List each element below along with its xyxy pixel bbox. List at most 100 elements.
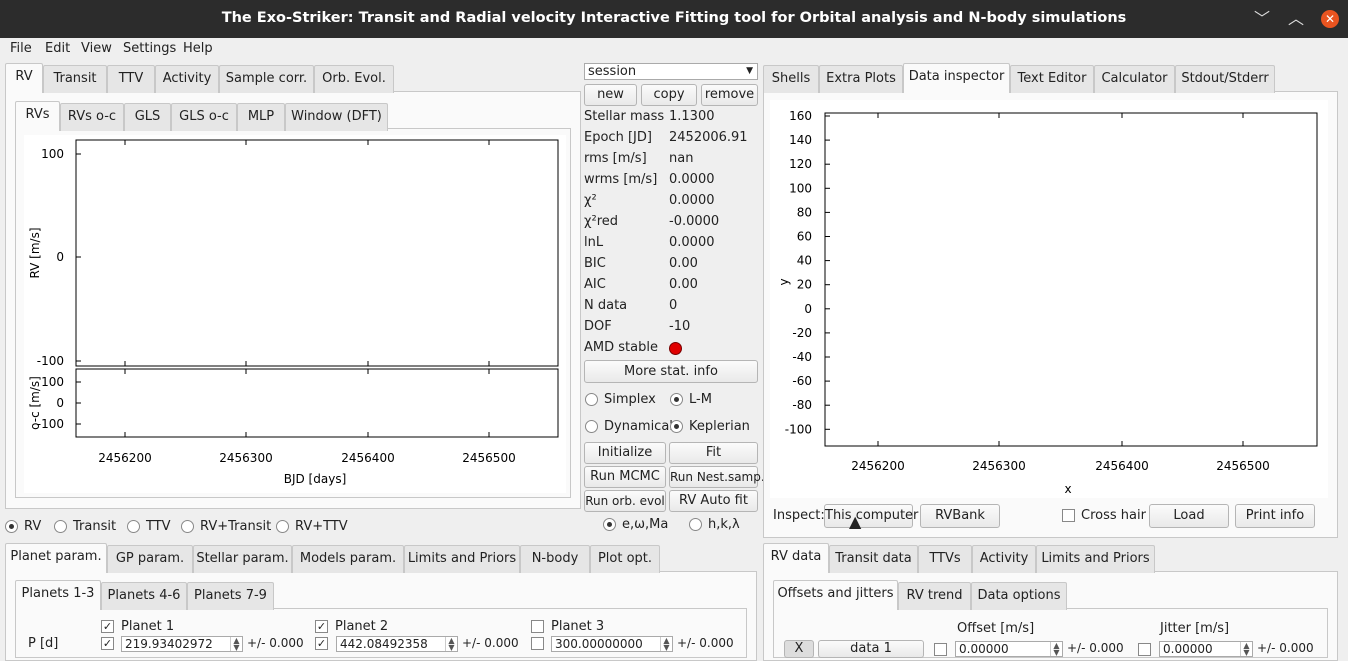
p1-fit-checkbox[interactable]: ✓ <box>101 637 114 650</box>
inspector-plot-area <box>824 112 1318 447</box>
jitter-fit-checkbox[interactable] <box>1138 643 1151 656</box>
tab-stellar-param[interactable]: Stellar param. <box>193 545 292 573</box>
session-select[interactable]: session ▼ <box>584 63 758 80</box>
simplex-radio[interactable] <box>585 393 598 406</box>
tab-ttvs[interactable]: TTVs <box>918 545 972 573</box>
tab-limits-priors-data[interactable]: Limits and Priors <box>1036 545 1155 573</box>
subtab-mlp[interactable]: MLP <box>237 103 285 131</box>
lm-radio[interactable] <box>670 393 683 406</box>
more-stat-info-button[interactable]: More stat. info <box>584 360 758 383</box>
tab-activity-data[interactable]: Activity <box>972 545 1036 573</box>
mode-transit-radio[interactable] <box>54 520 67 533</box>
tab-ttv[interactable]: TTV <box>107 65 155 93</box>
mode-ttv-label: TTV <box>146 519 171 534</box>
p3-period-input[interactable]: 300.00000000 ▲ ▼ <box>551 636 673 652</box>
mode-ttv-radio[interactable] <box>127 520 140 533</box>
close-icon[interactable]: ✕ <box>1321 10 1339 28</box>
print-info-button[interactable]: Print info <box>1235 504 1315 528</box>
subtab-rv-trend[interactable]: RV trend <box>898 582 971 610</box>
tab-transit[interactable]: Transit <box>43 65 107 93</box>
subtab-rvs-oc[interactable]: RVs o-c <box>60 103 124 131</box>
tab-planet-param[interactable]: Planet param. <box>5 543 107 573</box>
initialize-button[interactable]: Initialize <box>584 442 666 464</box>
subtab-gls-oc[interactable]: GLS o-c <box>171 103 237 131</box>
tab-stdout-stderr[interactable]: Stdout/Stderr <box>1175 65 1275 93</box>
tab-plot-opt[interactable]: Plot opt. <box>590 545 660 573</box>
mode-rv-radio[interactable] <box>5 520 18 533</box>
rvbank-button[interactable]: RVBank <box>920 504 1000 528</box>
subtab-gls[interactable]: GLS <box>124 103 171 131</box>
oc-plot-area <box>75 368 559 438</box>
mode-rv-transit-label: RV+Transit <box>200 519 272 534</box>
this-computer-button[interactable]: This computer <box>824 504 918 528</box>
tab-nbody[interactable]: N-body <box>520 545 590 573</box>
simplex-label: Simplex <box>604 392 656 407</box>
tab-orb-evol[interactable]: Orb. Evol. <box>314 65 394 93</box>
subtab-offsets-jitters[interactable]: Offsets and jitters <box>773 580 898 610</box>
load-button[interactable]: Load <box>1149 504 1229 528</box>
mode-rv-label: RV <box>24 519 42 534</box>
stat-value: -0.0000 <box>669 214 720 229</box>
run-orb-evol-button[interactable]: Run orb. evol <box>584 490 666 512</box>
new-session-button[interactable]: new <box>584 84 637 106</box>
subtab-planets-1-3[interactable]: Planets 1-3 <box>15 580 101 610</box>
subtab-rvs[interactable]: RVs <box>15 101 60 131</box>
planet2-checkbox[interactable]: ✓ <box>315 620 328 633</box>
ewma-radio[interactable] <box>603 518 616 531</box>
subtab-planets-7-9[interactable]: Planets 7-9 <box>187 582 274 610</box>
menu-edit[interactable]: Edit <box>45 41 70 56</box>
p3-fit-checkbox[interactable] <box>531 637 544 650</box>
tab-rv[interactable]: RV <box>5 63 43 93</box>
mode-rv-ttv-radio[interactable] <box>276 520 289 533</box>
hkl-radio[interactable] <box>689 518 702 531</box>
menu-help[interactable]: Help <box>183 41 213 56</box>
p2-period-input[interactable]: 442.08492358 ▲ ▼ <box>336 636 458 652</box>
inspector-plot[interactable]: 160 140 120 100 80 60 40 20 0 -20 -40 -60 -80 -100 24… <box>770 100 1328 498</box>
maximize-icon[interactable]: ︿ <box>1285 8 1307 30</box>
offset-input[interactable]: 0.00000 ▲ ▼ <box>955 641 1063 657</box>
tab-data-inspector[interactable]: Data inspector <box>903 63 1010 93</box>
offset-fit-checkbox[interactable] <box>934 643 947 656</box>
remove-data-x-button[interactable]: X <box>784 640 814 658</box>
subtab-planets-4-6[interactable]: Planets 4-6 <box>101 582 187 610</box>
subtab-window-dft[interactable]: Window (DFT) <box>285 103 388 131</box>
menu-file[interactable]: File <box>10 41 32 56</box>
tab-limits-priors[interactable]: Limits and Priors <box>404 545 520 573</box>
minimize-icon[interactable]: ﹀ <box>1251 8 1273 30</box>
p1-period-input[interactable]: 219.93402972 ▲ ▼ <box>121 636 243 652</box>
cross-hair-checkbox[interactable] <box>1062 509 1075 522</box>
menu-settings[interactable]: Settings <box>123 41 176 56</box>
tab-activity[interactable]: Activity <box>155 65 219 93</box>
x-tick-label: 2456500 <box>1216 459 1269 473</box>
tab-extra-plots[interactable]: Extra Plots <box>819 65 903 93</box>
tab-gp-param[interactable]: GP param. <box>107 545 193 573</box>
y-tick-label: -20 <box>792 326 812 340</box>
jitter-input[interactable]: 0.00000 ▲ ▼ <box>1159 641 1253 657</box>
data1-button[interactable]: data 1 <box>818 640 924 658</box>
offset-error: +/- 0.000 <box>1067 641 1124 655</box>
run-nest-samp-button[interactable]: Run Nest.samp. <box>669 466 765 488</box>
planet1-checkbox[interactable]: ✓ <box>101 620 114 633</box>
tab-rv-data[interactable]: RV data <box>763 543 829 573</box>
tab-sample-corr[interactable]: Sample corr. <box>219 65 314 93</box>
tab-calculator[interactable]: Calculator <box>1094 65 1175 93</box>
run-mcmc-button[interactable]: Run MCMC <box>584 466 666 488</box>
rv-auto-fit-button[interactable]: RV Auto fit <box>669 490 758 512</box>
tab-shells[interactable]: Shells <box>763 65 819 93</box>
copy-session-button[interactable]: copy <box>641 84 697 106</box>
tab-models-param[interactable]: Models param. <box>292 545 404 573</box>
keplerian-radio[interactable] <box>670 420 683 433</box>
rv-plot[interactable]: 1000-1001000-100 2456200 2456300 2456400 24… <box>24 135 566 493</box>
fit-button[interactable]: Fit <box>669 442 758 464</box>
tab-transit-data[interactable]: Transit data <box>829 545 918 573</box>
tab-text-editor[interactable]: Text Editor <box>1010 65 1094 93</box>
planet3-label: Planet 3 <box>551 619 605 634</box>
keplerian-label: Keplerian <box>689 419 750 434</box>
mode-rv-transit-radio[interactable] <box>181 520 194 533</box>
remove-session-button[interactable]: remove <box>701 84 758 106</box>
p2-fit-checkbox[interactable]: ✓ <box>315 637 328 650</box>
planet3-checkbox[interactable] <box>531 620 544 633</box>
dynamical-radio[interactable] <box>585 420 598 433</box>
menu-view[interactable]: View <box>81 41 112 56</box>
subtab-data-options[interactable]: Data options <box>971 582 1067 610</box>
